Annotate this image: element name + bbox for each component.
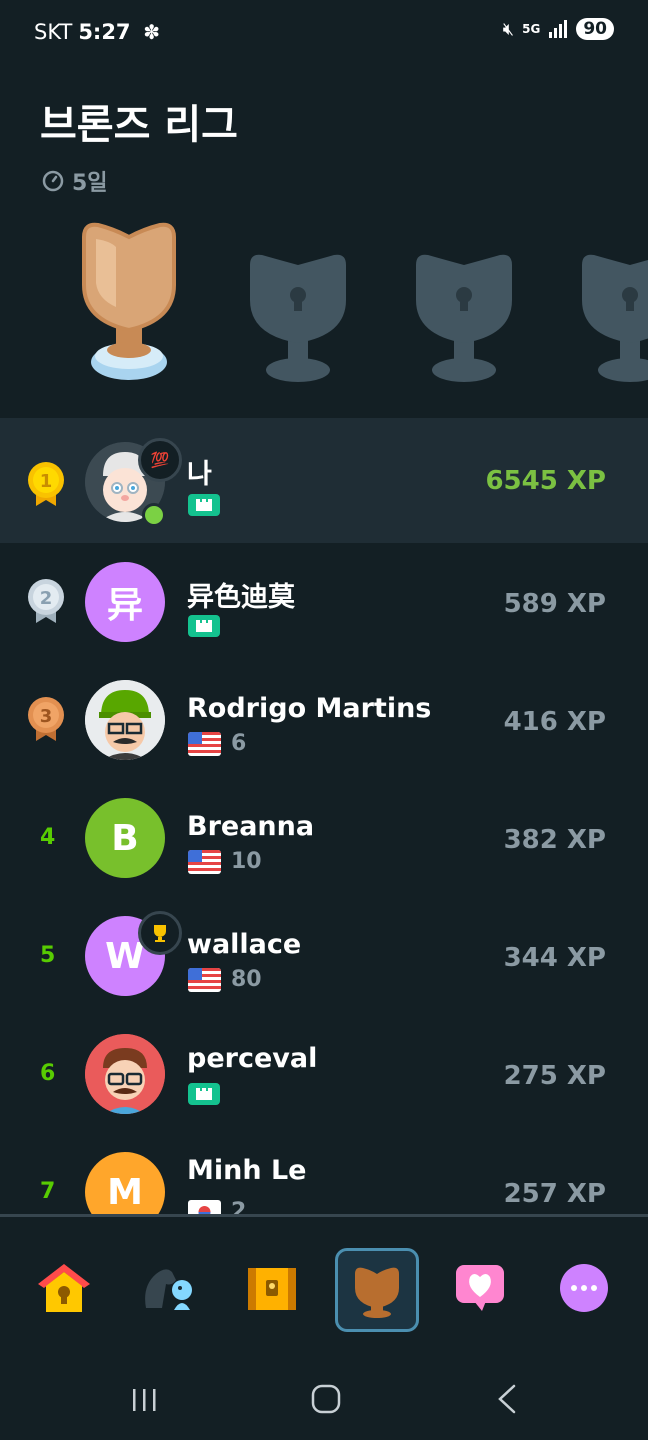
user-xp: 257 XP	[503, 1179, 606, 1209]
leaderboard-row-1[interactable]: 1 💯 나 6545 XP	[0, 418, 648, 543]
trophy-icon	[138, 911, 182, 955]
page-title: 브론즈 리그	[40, 102, 238, 148]
carrier-time: SKT 5:27 ✽	[34, 20, 160, 44]
league-timer: 5일	[42, 165, 108, 197]
user-name: Minh Le	[187, 1155, 307, 1186]
user-subinfo: 2	[188, 1199, 246, 1214]
streak-count: 2	[231, 1199, 247, 1214]
nav-social-button[interactable]	[441, 1249, 519, 1327]
rank-number: 1	[39, 471, 53, 492]
nav-leaderboard-button[interactable]	[335, 1248, 419, 1332]
user-name: perceval	[187, 1043, 318, 1074]
locked-trophy-icon-4	[582, 254, 648, 382]
user-subinfo: 10	[188, 849, 262, 874]
avatar[interactable]: 异	[85, 562, 165, 642]
user-name: wallace	[187, 929, 302, 960]
user-xp: 589 XP	[503, 589, 606, 619]
more-icon	[560, 1264, 608, 1312]
back-icon[interactable]	[494, 1383, 522, 1415]
rank-number: 5	[40, 943, 56, 968]
castle-chip-icon	[188, 1083, 220, 1105]
us-flag-icon	[188, 967, 221, 992]
league-trophy-icon	[355, 1267, 399, 1318]
status-bar: SKT 5:27 ✽ 🔇︎ 5G 90	[0, 0, 648, 70]
streak-count: 80	[231, 967, 262, 992]
user-xp: 275 XP	[503, 1061, 606, 1091]
avatar[interactable]: B	[85, 798, 165, 878]
user-name: 나	[187, 459, 212, 490]
user-xp: 344 XP	[503, 943, 606, 973]
rank-number: 2	[39, 588, 53, 609]
online-indicator	[142, 503, 166, 527]
user-character-icon	[85, 680, 165, 760]
timer-text: 5일	[72, 171, 108, 196]
streak-count: 6	[231, 731, 247, 756]
us-flag-icon	[188, 731, 221, 756]
mute-icon: 🔇︎	[502, 18, 515, 40]
battery-level: 90	[576, 18, 614, 40]
carrier-label: SKT	[34, 20, 73, 44]
user-character-icon	[85, 1034, 165, 1114]
user-xp: 6545 XP	[485, 466, 606, 496]
hundred-points-icon: 💯	[138, 438, 182, 482]
user-subinfo	[188, 494, 220, 516]
recent-apps-icon[interactable]	[130, 1385, 160, 1415]
rank-number: 6	[40, 1061, 56, 1086]
rank-number: 4	[40, 825, 56, 850]
streak-count: 10	[231, 849, 262, 874]
home-icon	[38, 1264, 90, 1312]
user-xp: 416 XP	[503, 707, 606, 737]
rank-number: 3	[39, 706, 53, 727]
locked-trophy-icon-3	[416, 254, 512, 382]
leaderboard-row-5[interactable]: 5 W wallace 80 344 XP	[0, 897, 648, 1015]
home-system-icon[interactable]	[310, 1383, 342, 1415]
network-label: 5G	[522, 22, 541, 36]
kr-flag-icon	[188, 1199, 221, 1214]
avatar[interactable]	[85, 1034, 165, 1114]
leaderboard-row-4[interactable]: 4 B Breanna 10 382 XP	[0, 779, 648, 897]
chest-icon	[248, 1268, 296, 1310]
avatar[interactable]	[85, 680, 165, 760]
user-subinfo: 6	[188, 731, 246, 756]
status-icons: 🔇︎ 5G 90	[503, 18, 614, 40]
locked-trophy-icon-2	[250, 254, 346, 382]
leaderboard-row-6[interactable]: 6 perceval 275 XP	[0, 1015, 648, 1133]
castle-chip-icon	[188, 615, 220, 637]
user-xp: 382 XP	[503, 825, 606, 855]
user-subinfo: 80	[188, 967, 262, 992]
clock-icon	[42, 170, 64, 192]
user-name: 异色迪莫	[187, 582, 295, 613]
bronze-league-trophy-icon	[82, 222, 176, 380]
leaderboard-row-3[interactable]: 3 Rodrigo Martins 6 416 XP	[0, 661, 648, 779]
bottom-navigation	[0, 1217, 648, 1347]
user-subinfo	[188, 1083, 220, 1105]
signal-icon	[549, 20, 568, 38]
characters-icon	[145, 1269, 192, 1310]
us-flag-icon	[188, 849, 221, 874]
system-navigation-bar	[0, 1347, 648, 1440]
clock: 5:27	[78, 20, 131, 44]
nav-home-button[interactable]	[25, 1249, 103, 1327]
avatar[interactable]: M	[85, 1152, 165, 1214]
league-trophies[interactable]	[0, 215, 648, 400]
rank-number: 7	[40, 1179, 56, 1204]
nav-chest-button[interactable]	[233, 1249, 311, 1327]
castle-chip-icon	[188, 494, 220, 516]
leaderboard-row-7[interactable]: 7 M Minh Le 2 257 XP	[0, 1133, 648, 1214]
leaderboard-list[interactable]: 1 💯 나 6545 XP 2 异 异色迪莫 589 XP 3 Rodrigo …	[0, 418, 648, 1214]
heart-message-icon	[456, 1265, 504, 1311]
nav-more-button[interactable]	[545, 1249, 623, 1327]
user-name: Breanna	[187, 811, 315, 842]
user-subinfo	[188, 615, 220, 637]
leaderboard-row-2[interactable]: 2 异 异色迪莫 589 XP	[0, 543, 648, 661]
user-name: Rodrigo Martins	[187, 693, 432, 724]
flower-icon: ✽	[143, 20, 160, 44]
nav-characters-button[interactable]	[129, 1249, 207, 1327]
